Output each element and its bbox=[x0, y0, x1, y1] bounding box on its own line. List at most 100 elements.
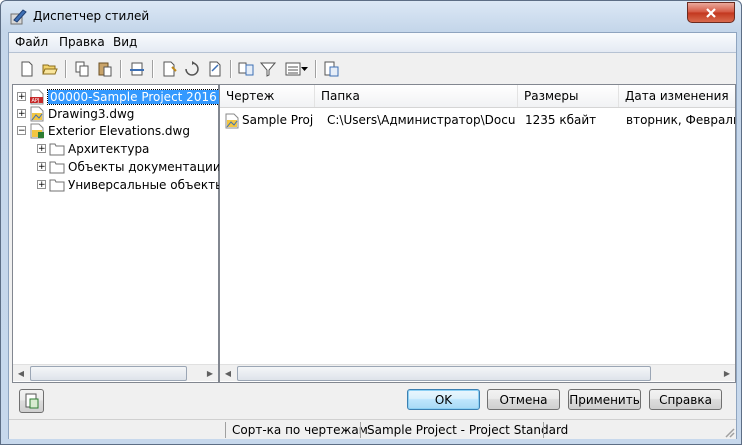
client-area: Файл Правка Вид + APJ 00000-Sample Proje… bbox=[8, 32, 737, 439]
scroll-right-arrow[interactable]: ▶ bbox=[719, 365, 735, 381]
tree-item-label: Exterior Elevations.dwg bbox=[48, 123, 190, 138]
tree-item-label: Drawing3.dwg bbox=[48, 106, 135, 121]
toolbar-separator bbox=[230, 60, 232, 78]
scroll-left-arrow[interactable]: ◀ bbox=[220, 365, 236, 381]
expand-icon[interactable]: + bbox=[17, 92, 26, 102]
synchronize-button[interactable] bbox=[236, 59, 256, 79]
set-from-button[interactable] bbox=[182, 59, 202, 79]
scroll-left-arrow[interactable]: ◀ bbox=[13, 365, 29, 381]
tree-item[interactable]: + APJ 00000-Sample Project 2016 bbox=[17, 88, 220, 105]
column-header-modified[interactable]: Дата изменения bbox=[619, 85, 735, 107]
edit-style-icon bbox=[209, 61, 221, 77]
column-header-size[interactable]: Размеры bbox=[518, 85, 619, 107]
scroll-right-arrow[interactable]: ▶ bbox=[202, 365, 218, 381]
paste-icon bbox=[98, 62, 112, 77]
toolbar-separator bbox=[315, 60, 317, 78]
expand-icon[interactable]: + bbox=[17, 109, 26, 119]
scroll-thumb[interactable] bbox=[30, 366, 187, 381]
tree-item-label: Архитектура bbox=[68, 141, 150, 156]
new-style-icon bbox=[163, 61, 177, 77]
drawing-list[interactable]: Чертеж Папка Размеры Дата изменения Samp… bbox=[219, 84, 736, 383]
folder-icon bbox=[49, 143, 65, 155]
close-icon bbox=[706, 7, 716, 18]
new-style-button[interactable] bbox=[159, 59, 179, 79]
close-button[interactable] bbox=[687, 2, 735, 23]
folder-icon bbox=[49, 179, 65, 191]
tree-item-label: 00000-Sample Project 2016 bbox=[47, 88, 220, 105]
tree-horizontal-scrollbar[interactable]: ◀ ▶ bbox=[13, 364, 218, 381]
purge-styles-icon bbox=[130, 62, 144, 76]
list-view-icon bbox=[285, 62, 300, 76]
apply-button[interactable]: Применить bbox=[568, 389, 641, 410]
paste-button[interactable] bbox=[95, 59, 115, 79]
tree-item[interactable]: + Drawing3.dwg bbox=[17, 105, 134, 122]
expand-icon[interactable]: + bbox=[37, 180, 46, 190]
tree-item[interactable]: + Универсальные объекты bbox=[37, 176, 225, 193]
tree-item[interactable]: + Объекты документации bbox=[37, 158, 221, 175]
copy-icon bbox=[75, 61, 89, 77]
list-header: Чертеж Папка Размеры Дата изменения bbox=[220, 85, 735, 108]
edit-style-button[interactable] bbox=[205, 59, 225, 79]
column-header-drawing[interactable]: Чертеж bbox=[220, 85, 315, 107]
menu-file[interactable]: Файл bbox=[15, 35, 48, 49]
expand-icon[interactable]: + bbox=[37, 162, 46, 172]
title-bar[interactable]: Диспетчер стилей bbox=[1, 1, 741, 32]
style-manager-app-icon bbox=[10, 9, 27, 25]
filter-button[interactable] bbox=[258, 59, 278, 79]
open-folder-icon bbox=[42, 64, 58, 75]
dialog-button-area: OK Отмена Применить Справка bbox=[9, 383, 736, 423]
apj-file-icon: APJ bbox=[30, 89, 44, 104]
tree-item[interactable]: − Exterior Elevations.dwg bbox=[17, 122, 190, 139]
style-tree[interactable]: + APJ 00000-Sample Project 2016 + Drawin… bbox=[12, 84, 225, 383]
tree-item-label: Универсальные объекты bbox=[68, 177, 225, 192]
collapse-icon[interactable]: − bbox=[17, 126, 26, 136]
cell-size: 1235 кбайт bbox=[525, 113, 597, 127]
toggle-view-button[interactable] bbox=[321, 59, 341, 79]
menu-view[interactable]: Вид bbox=[113, 35, 137, 49]
filter-icon bbox=[260, 62, 276, 77]
tree-item[interactable]: + Архитектура bbox=[37, 140, 149, 157]
window-title: Диспетчер стилей bbox=[33, 9, 150, 23]
dwg-locked-file-icon bbox=[30, 123, 44, 138]
help-button[interactable]: Справка bbox=[649, 389, 722, 410]
new-document-icon bbox=[21, 61, 33, 77]
style-manager-window: Диспетчер стилей Файл Правка Вид + APJ 0… bbox=[0, 0, 742, 445]
toolbar-separator bbox=[120, 60, 122, 78]
expand-icon[interactable]: + bbox=[37, 144, 46, 154]
dwg-file-icon bbox=[30, 106, 44, 121]
folder-icon bbox=[49, 161, 65, 173]
toolbar-separator bbox=[65, 60, 67, 78]
toolbar-separator bbox=[152, 60, 154, 78]
svg-text:APJ: APJ bbox=[32, 98, 40, 104]
menu-bar: Файл Правка Вид bbox=[9, 33, 736, 53]
column-header-folder[interactable]: Папка bbox=[315, 85, 518, 107]
status-empty-cell bbox=[543, 422, 723, 438]
set-from-icon bbox=[185, 61, 199, 76]
dwg-file-icon bbox=[225, 113, 239, 129]
status-sort-mode: Сорт-ка по чертежам bbox=[225, 422, 368, 438]
toolbar bbox=[9, 55, 736, 83]
toggle-view-icon bbox=[324, 61, 339, 77]
purge-button[interactable] bbox=[127, 59, 147, 79]
new-button[interactable] bbox=[17, 59, 37, 79]
open-button[interactable] bbox=[40, 59, 60, 79]
view-dropdown-button[interactable] bbox=[282, 59, 310, 79]
ok-button[interactable]: OK bbox=[407, 389, 480, 410]
table-row[interactable]: Sample Proj... C:\Users\Администратор\Do… bbox=[220, 112, 735, 129]
list-horizontal-scrollbar[interactable]: ◀ ▶ bbox=[220, 364, 735, 381]
tree-item-label: Объекты документации bbox=[68, 159, 221, 174]
cancel-button[interactable]: Отмена bbox=[487, 389, 560, 410]
resize-grip-icon[interactable] bbox=[723, 426, 735, 438]
synchronize-icon bbox=[238, 62, 254, 76]
menu-edit[interactable]: Правка bbox=[59, 35, 105, 49]
cell-modified: вторник, Февраль 0 bbox=[626, 113, 735, 127]
copy-button[interactable] bbox=[72, 59, 92, 79]
scroll-thumb[interactable] bbox=[237, 366, 651, 381]
toggle-pane-icon bbox=[25, 393, 38, 409]
cell-folder: C:\Users\Администратор\Docu... bbox=[327, 113, 515, 127]
cell-drawing: Sample Proj... bbox=[242, 113, 314, 127]
chevron-down-icon bbox=[300, 67, 308, 71]
status-project: Sample Project - Project Standard bbox=[360, 422, 568, 438]
toggle-pane-button[interactable] bbox=[19, 389, 44, 413]
status-bar: Сорт-ка по чертежам Sample Project - Pro… bbox=[9, 419, 736, 439]
